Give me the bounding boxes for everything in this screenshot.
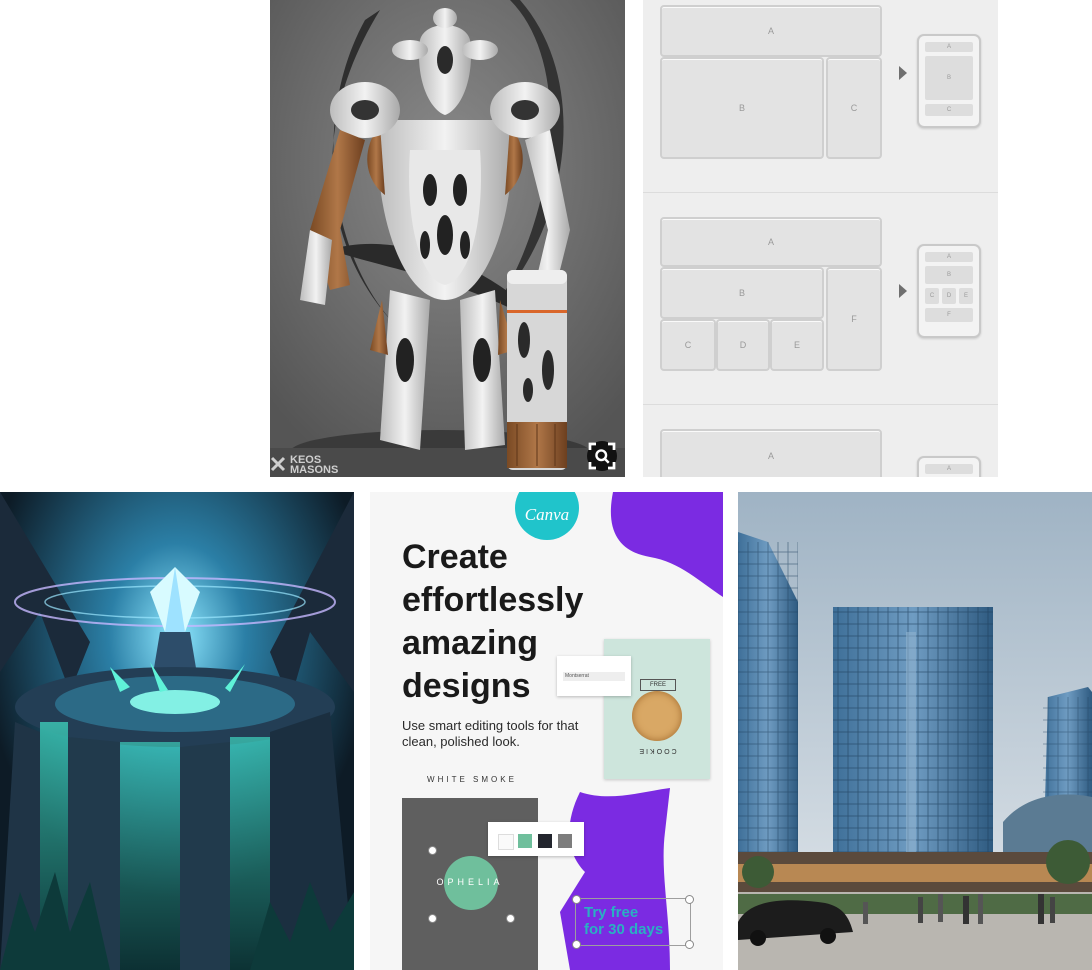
cookie-image	[632, 691, 682, 741]
layout-group-2: A B C D E F A B C D E F	[643, 212, 998, 402]
mobile-box-c: C	[925, 288, 939, 304]
robot-render-image	[270, 0, 625, 477]
watermark-text: KEOS MASONS	[274, 455, 339, 476]
layout-box-d: D	[716, 319, 770, 371]
swatch-dark	[538, 834, 552, 848]
cookie-card-title: COOKIE	[637, 747, 677, 754]
resize-handle	[685, 895, 694, 904]
resize-handle	[428, 846, 437, 855]
resize-handle	[685, 940, 694, 949]
pin-architecture-render[interactable]	[738, 492, 1092, 970]
layout-box-a: A	[660, 5, 882, 57]
layout-box-a: A	[660, 217, 882, 267]
mobile-box-b: B	[925, 56, 973, 100]
arrow-right-icon	[899, 66, 907, 80]
pin-canva-ad[interactable]: Canva Create effortlessly amazing design…	[370, 492, 723, 970]
layout-box-c: C	[826, 57, 882, 159]
layout-box-a: A	[660, 429, 882, 477]
try-free-cta[interactable]: Try free for 30 days	[572, 895, 694, 949]
palette-title: WHITE SMOKE	[427, 775, 517, 784]
layout-box-c: C	[660, 319, 716, 371]
mobile-box-c: C	[925, 104, 973, 116]
pin-layout-diagram[interactable]: A B C A B C A B C D E F A B C D E F A A	[643, 0, 998, 477]
layout-box-b: B	[660, 57, 824, 159]
cookie-card-free: FREE	[640, 679, 676, 691]
resize-handle	[572, 895, 581, 904]
resize-handle	[506, 914, 515, 923]
cta-line: Try free	[584, 904, 639, 921]
mobile-frame: A B C D E F	[917, 244, 981, 338]
headline-line: effortlessly	[402, 581, 584, 619]
mobile-box-d: D	[942, 288, 956, 304]
cta-line: for 30 days	[584, 921, 664, 938]
layout-box-f: F	[826, 267, 882, 371]
divider	[643, 192, 998, 193]
color-palette	[488, 822, 584, 856]
swatch-gray	[558, 834, 572, 848]
mobile-box-a: A	[925, 42, 973, 52]
mobile-box-a: A	[925, 252, 973, 262]
divider	[643, 404, 998, 405]
pin-robot-render[interactable]: KEOS MASONS	[270, 0, 625, 477]
mobile-box-b: B	[925, 266, 973, 284]
font-menu-option: Montserrat	[563, 672, 625, 681]
pin-fantasy-artwork[interactable]	[0, 492, 354, 970]
headline-line: Create	[402, 538, 508, 576]
visual-search-icon	[588, 442, 616, 470]
layout-box-e: E	[770, 319, 824, 371]
layout-group-1: A B C A B C	[643, 0, 998, 190]
mobile-box-f: F	[925, 308, 973, 322]
swatch-mint	[518, 834, 532, 848]
swatch-white	[498, 834, 514, 850]
mobile-frame: A	[917, 456, 981, 477]
visual-search-button[interactable]	[587, 441, 617, 471]
ad-subline: Use smart editing tools for that clean, …	[402, 718, 579, 749]
layout-box-b: B	[660, 267, 824, 319]
watermark-line-2: MASONS	[290, 464, 339, 476]
arrow-right-icon	[899, 284, 907, 298]
mobile-frame: A B C	[917, 34, 981, 128]
font-menu: Montserrat	[557, 656, 631, 696]
resize-handle	[572, 940, 581, 949]
mobile-box-a: A	[925, 464, 973, 474]
fantasy-artwork-image	[0, 492, 354, 970]
mobile-box-e: E	[959, 288, 973, 304]
poster-title: OPHELIA	[436, 877, 504, 887]
architecture-render-image	[738, 492, 1092, 970]
layout-group-3: A A	[643, 424, 998, 477]
resize-handle	[428, 914, 437, 923]
